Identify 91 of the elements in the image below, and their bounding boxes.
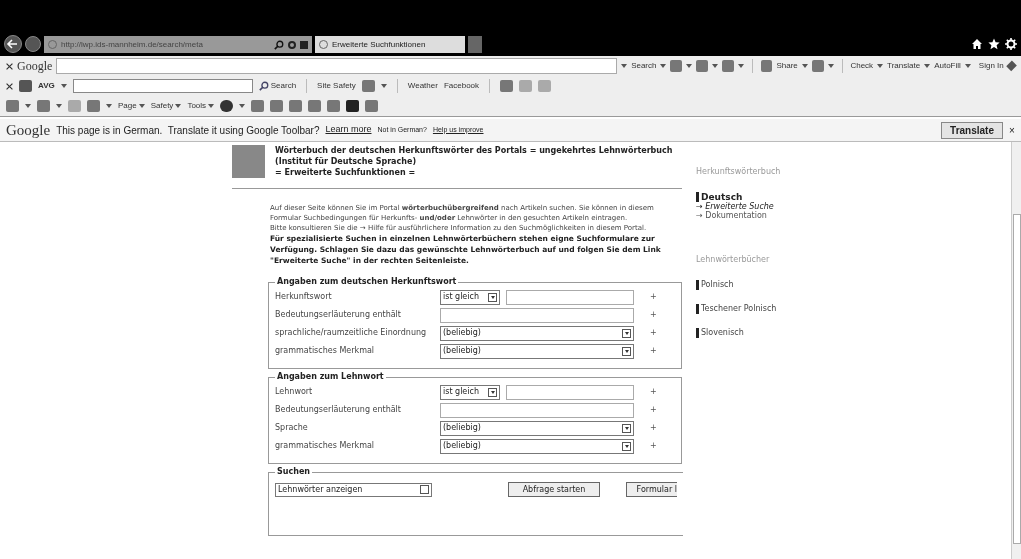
settings-icon[interactable]	[1005, 38, 1017, 50]
toolbar-button[interactable]: AutoFill	[934, 60, 961, 72]
add-glyph[interactable]: +	[650, 309, 657, 321]
group-legend: Angaben zum deutschen Herkunftswort	[275, 276, 459, 288]
scroll-thumb[interactable]	[1012, 214, 1021, 544]
search-icon[interactable]	[258, 81, 269, 91]
text-field[interactable]	[506, 384, 634, 400]
caret-icon	[56, 104, 62, 108]
text-field[interactable]	[506, 289, 634, 305]
caret-icon	[25, 104, 31, 108]
toolbar-button[interactable]: Translate	[887, 60, 921, 72]
address-text: http://lwp.ids-mannheim.de/search/meta	[61, 38, 204, 51]
add-glyph[interactable]: +	[650, 422, 657, 434]
close-button[interactable]: ×	[1009, 122, 1015, 138]
caret-icon	[827, 64, 834, 68]
caret-icon	[60, 84, 67, 88]
translate-logo: Google	[6, 120, 51, 140]
page-title: Wörterbuch der deutschen Herkunftswörter des Portals = ungekehrtes Lehnwörterbuch	[275, 145, 673, 156]
search-icon[interactable]	[274, 39, 284, 50]
toolbar-button[interactable]: Check	[850, 60, 874, 72]
toolbar-button[interactable]: Facebook	[443, 80, 480, 92]
caret-icon	[924, 64, 931, 68]
dropdown[interactable]: (beliebig)	[440, 343, 634, 359]
field-label: sprachliche/raumzeitliche Einordnung	[275, 327, 428, 339]
caret-icon	[621, 64, 628, 68]
menu-button[interactable]: Page	[118, 100, 145, 112]
text-field[interactable]	[440, 307, 634, 323]
field-label: Herkunftswort	[275, 291, 333, 303]
logo-placeholder	[232, 145, 265, 178]
search-button[interactable]: Search	[258, 80, 297, 92]
caret-icon	[239, 104, 246, 108]
sidebar-link[interactable]: → Erweiterte Suche	[696, 202, 774, 211]
sidebar-heading: Herkunftswörterbuch	[696, 166, 782, 178]
group-legend: Suchen	[275, 466, 312, 478]
field-label: Bedeutungserläuterung enthält	[275, 404, 402, 416]
star-icon[interactable]	[988, 38, 1000, 50]
add-glyph[interactable]: +	[650, 404, 657, 416]
toolbar-button[interactable]: Search	[631, 60, 657, 72]
dropdown[interactable]: (beliebig)	[440, 420, 634, 436]
menu-button[interactable]: Safety	[150, 100, 182, 112]
back-icon[interactable]	[4, 35, 22, 53]
field-label: Bedeutungserläuterung enthält	[275, 309, 402, 321]
caret-icon	[964, 64, 971, 68]
toolbar-button[interactable]: Share	[776, 60, 798, 72]
caret-icon	[712, 64, 718, 68]
menu-button[interactable]: Tools	[187, 100, 215, 112]
text-field[interactable]	[440, 402, 634, 418]
translate-button[interactable]: Translate	[941, 121, 1003, 139]
field-label: grammatisches Merkmal	[275, 440, 376, 452]
field-label: Lehnwort	[275, 386, 314, 398]
search-field[interactable]	[72, 79, 253, 93]
scrollbar[interactable]	[1011, 142, 1021, 559]
add-glyph[interactable]: +	[650, 440, 657, 452]
translate-message: This page is in German. Translate it using Google Toolbar?	[56, 123, 320, 138]
toolbar-button[interactable]: Site Safety	[317, 80, 356, 92]
learn-more-link[interactable]: Learn more	[325, 123, 372, 137]
caret-icon	[138, 104, 145, 108]
dropdown[interactable]: Lehnwörter anzeigen	[275, 482, 432, 497]
caret-icon	[106, 104, 112, 108]
caret-icon	[801, 64, 808, 68]
sidebar-link[interactable]: → Dokumentation	[696, 211, 767, 220]
dropdown[interactable]: ist gleich	[440, 289, 500, 305]
toolbar-button[interactable]: Weather	[407, 80, 438, 92]
page-subtitle: (Institut für Deutsche Sprache)	[275, 156, 418, 167]
reset-button[interactable]: Formular l	[626, 482, 677, 497]
add-glyph[interactable]: +	[650, 345, 657, 357]
search-field[interactable]	[56, 58, 618, 74]
section-title: = Erweiterte Suchfunktionen =	[275, 167, 417, 178]
address-bar[interactable]: http://lwp.ids-mannheim.de/search/meta	[44, 36, 312, 53]
dropdown[interactable]: (beliebig)	[440, 325, 634, 341]
add-glyph[interactable]: +	[650, 386, 657, 398]
caret-icon	[660, 64, 667, 68]
add-glyph[interactable]: +	[650, 327, 657, 339]
sidebar-heading: Lehnwörterbücher	[696, 254, 771, 266]
toolbar-logo: Google	[17, 58, 53, 75]
caret-icon	[737, 64, 744, 68]
caret-icon	[208, 104, 215, 108]
search-button[interactable]: Abfrage starten	[508, 482, 600, 497]
dropdown[interactable]: ist gleich	[440, 384, 500, 400]
group-legend: Angaben zum Lehnwort	[275, 371, 386, 383]
toolbar-logo: AVG	[38, 80, 55, 92]
field-label: grammatisches Merkmal	[275, 345, 376, 357]
browser-tab[interactable]: Erweiterte Suchfunktionen	[315, 36, 465, 53]
caret-icon	[877, 64, 884, 68]
add-glyph[interactable]: +	[650, 291, 657, 303]
caret-icon	[175, 104, 182, 108]
caret-icon	[686, 64, 693, 68]
field-label: Sprache	[275, 422, 309, 434]
dropdown[interactable]: (beliebig)	[440, 438, 634, 454]
sign-in-link[interactable]: Sign In	[978, 60, 1004, 72]
caret-icon	[380, 84, 387, 88]
